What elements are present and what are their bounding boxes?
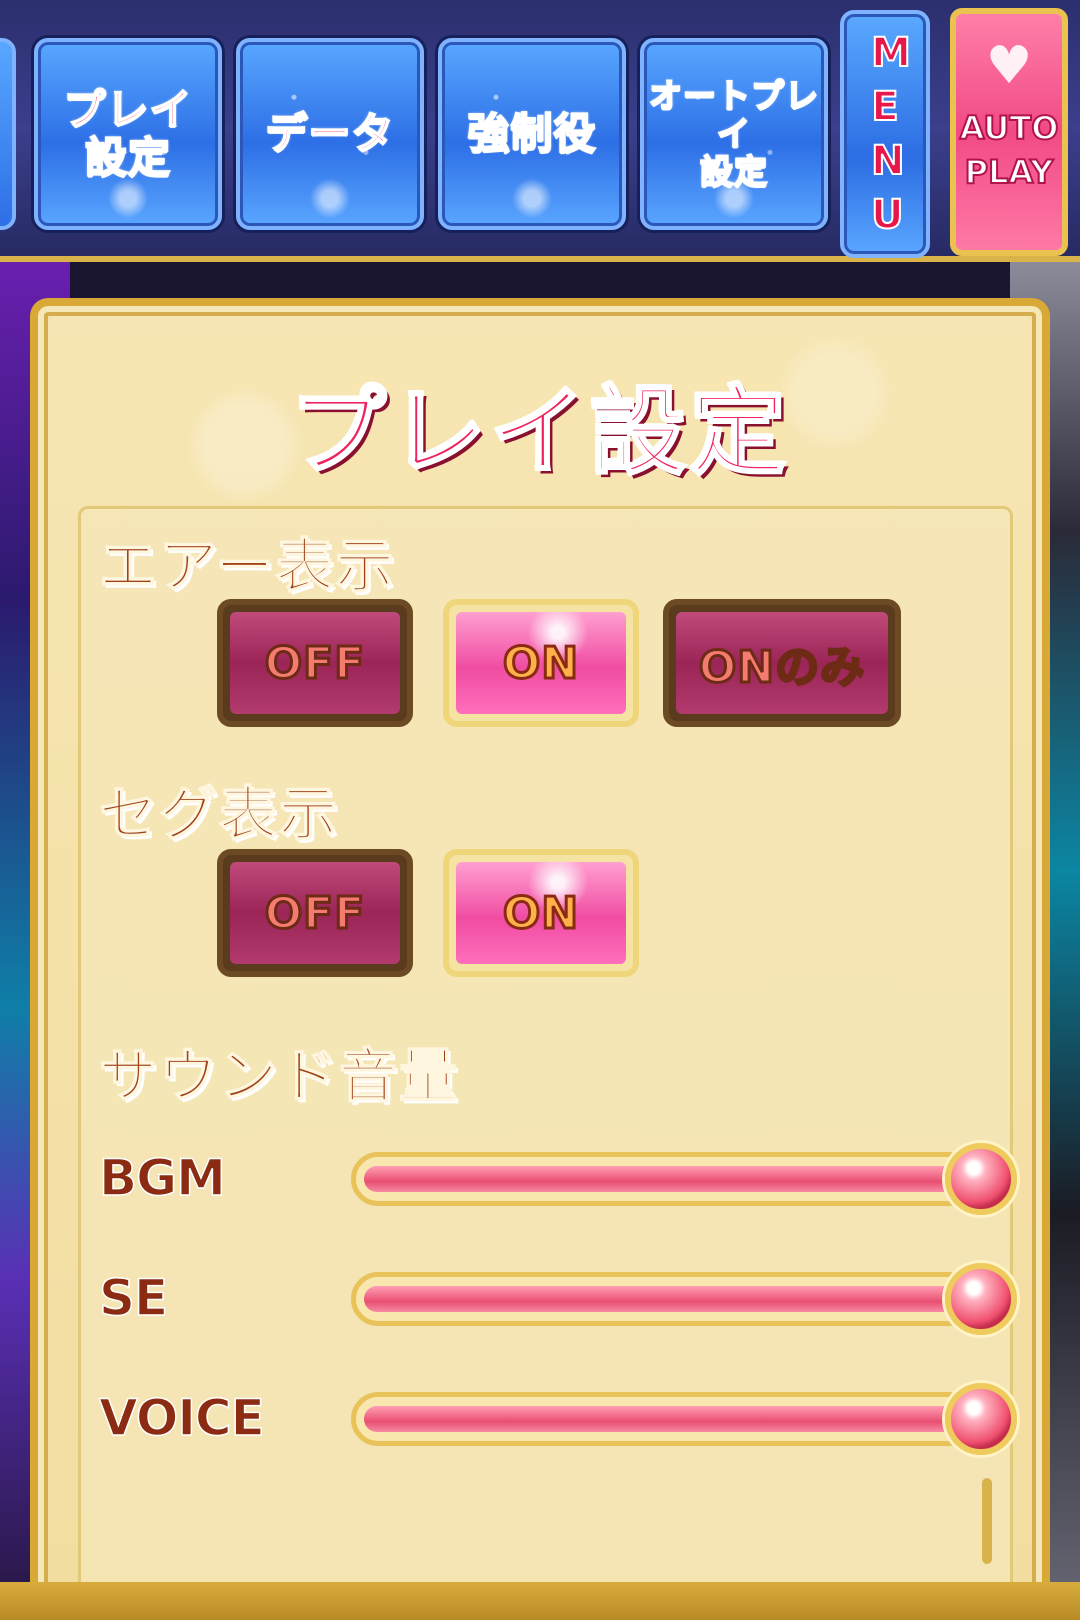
air-display-off-button[interactable]: OFF [217, 599, 413, 727]
settings-inner-area: エアー表示 OFF ON ONのみ セグ表示 OFF ON サウンド音量 BGM [78, 506, 1017, 1591]
air-display-on-only-label: ONのみ [697, 641, 866, 695]
air-display-on-label: ON [501, 636, 580, 690]
air-display-on-button[interactable]: ON [443, 599, 639, 727]
se-label: SE [98, 1268, 169, 1328]
auto-play-settings-button[interactable]: オートプレイ 設定 [640, 38, 828, 230]
panel-scrollbar[interactable] [982, 1478, 992, 1564]
forced-role-button[interactable]: 強制役 [438, 38, 626, 230]
se-slider-track[interactable] [351, 1272, 1015, 1326]
panel-title: プレイ設定 [289, 375, 790, 490]
top-toolbar: プレイ 設定 データ 強制役 オートプレイ 設定 MENU ♥ AUTO PLA… [0, 0, 1080, 262]
play-settings-panel: プレイ設定 エアー表示 OFF ON ONのみ セグ表示 OFF ON サウンド… [30, 298, 1050, 1620]
auto-play-settings-label: オートプレイ 設定 [648, 76, 819, 192]
bgm-label: BGM [98, 1148, 226, 1208]
sound-volume-label: サウンド音量 [98, 1041, 460, 1111]
seg-display-label: セグ表示 [98, 779, 340, 849]
bgm-slider-knob[interactable] [945, 1143, 1017, 1215]
panel-bottom-frame [0, 1582, 1080, 1620]
seg-display-off-button[interactable]: OFF [217, 849, 413, 977]
data-button[interactable]: データ [236, 38, 424, 230]
data-label: データ [264, 108, 395, 159]
voice-slider-track[interactable] [351, 1392, 1015, 1446]
auto-play-button[interactable]: ♥ AUTO PLAY [950, 8, 1068, 256]
bgm-slider-track[interactable] [351, 1152, 1015, 1206]
seg-display-on-button[interactable]: ON [443, 849, 639, 977]
play-settings-label: プレイ 設定 [62, 84, 193, 182]
auto-play-label: AUTO PLAY [959, 108, 1060, 192]
toolbar-partial-button[interactable] [0, 38, 16, 230]
heart-icon: ♥ [985, 36, 1033, 96]
air-display-label: エアー表示 [98, 531, 396, 601]
voice-label: VOICE [98, 1388, 265, 1448]
seg-display-on-label: ON [501, 886, 580, 940]
air-display-on-only-button[interactable]: ONのみ [663, 599, 901, 727]
forced-role-label: 強制役 [466, 108, 597, 159]
se-slider-knob[interactable] [945, 1263, 1017, 1335]
menu-button[interactable]: MENU [840, 10, 930, 258]
voice-slider-knob[interactable] [945, 1383, 1017, 1455]
air-display-off-label: OFF [263, 636, 366, 690]
seg-display-off-label: OFF [263, 886, 366, 940]
voice-slider-fill [364, 1406, 972, 1432]
menu-label: MENU [870, 29, 912, 239]
bgm-slider-fill [364, 1166, 972, 1192]
se-slider-fill [364, 1286, 972, 1312]
play-settings-button[interactable]: プレイ 設定 [34, 38, 222, 230]
